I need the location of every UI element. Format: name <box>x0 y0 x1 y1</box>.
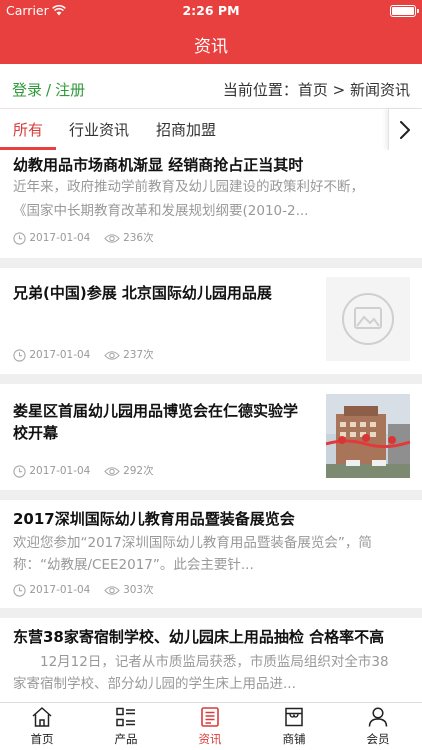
tabbar-store[interactable]: 商铺 <box>252 703 336 750</box>
store-icon <box>285 707 303 727</box>
article-title: 娄星区首届幼儿园用品博览会在仁德实验学 <box>13 402 299 420</box>
clock-icon <box>13 464 26 478</box>
breadcrumb: 当前位置：首页 > 新闻资讯 <box>222 81 410 99</box>
article-title: 兄弟(中国)参展 北京国际幼儿园用品展 <box>13 284 272 302</box>
article-list: 幼教用品市场商机渐显 经销商抢占正当其时 近年来，政府推动学前教育及幼儿园建设的… <box>0 150 422 702</box>
article-card[interactable]: 娄星区首届幼儿园用品博览会在仁德实验学 校开幕 2017-01-04 292次 <box>0 384 422 490</box>
tabbar-member[interactable]: 会员 <box>336 703 420 750</box>
page-title: 资讯 <box>194 37 228 57</box>
eye-icon <box>103 466 120 476</box>
auth-divider: / <box>46 81 52 99</box>
news-icon <box>201 707 219 727</box>
chevron-right-icon <box>400 121 410 139</box>
clock-icon <box>13 583 26 597</box>
tabbar-products[interactable]: 产品 <box>84 703 168 750</box>
article-date: 2017-01-04 <box>29 584 91 596</box>
article-summary-line: 《国家中长期教育改革和发展规划纲要(2010-2... <box>13 203 309 219</box>
article-summary-line: 家寄宿制学校、部分幼儿园的学生床上用品进... <box>13 676 296 692</box>
article-summary-line: 近年来，政府推动学前教育及幼儿园建设的政策利好不断， <box>13 179 364 195</box>
tabbar-label: 资讯 <box>198 732 222 746</box>
tab-industry-news[interactable]: 行业资讯 <box>69 119 129 140</box>
auth-links: 登录 / 注册 <box>12 79 85 100</box>
app-screen: Carrier 2:26 PM 资讯 登录 / 注册 当前位置：首页 > 新闻资讯 … <box>0 0 422 750</box>
article-title-continued: 校开幕 <box>13 424 59 442</box>
login-breadcrumb-bar: 登录 / 注册 当前位置：首页 > 新闻资讯 <box>0 64 422 108</box>
article-meta: 2017-01-04 236次 <box>13 231 154 245</box>
bottom-tab-bar: 首页 产品 资讯 商铺 会员 <box>0 702 422 750</box>
tabbar-label: 会员 <box>366 732 390 746</box>
article-views: 292次 <box>123 465 154 477</box>
clock-icon <box>13 231 26 245</box>
category-tabs: 所有 行业资讯 招商加盟 <box>0 108 422 150</box>
article-views: 303次 <box>123 584 154 596</box>
article-title: 幼教用品市场商机渐显 经销商抢占正当其时 <box>13 156 304 174</box>
article-views: 236次 <box>123 232 154 244</box>
app-header: Carrier 2:26 PM 资讯 <box>0 0 422 64</box>
tabbar-home[interactable]: 首页 <box>0 703 84 750</box>
login-link[interactable]: 登录 <box>12 81 42 99</box>
eye-icon <box>103 350 120 360</box>
battery-icon <box>390 5 419 17</box>
status-bar: Carrier 2:26 PM <box>0 0 422 22</box>
tabbar-label: 产品 <box>114 732 138 746</box>
article-date: 2017-01-04 <box>29 232 91 244</box>
article-card[interactable]: 东营38家寄宿制学校、幼儿园床上用品抽检 合格率不高 12月12日，记者从市质监… <box>0 618 422 702</box>
article-summary-line: 称：“幼教展/CEE2017”。此会主要针... <box>13 557 254 573</box>
eye-icon <box>103 585 120 595</box>
article-title: 东营38家寄宿制学校、幼儿园床上用品抽检 合格率不高 <box>13 628 385 646</box>
article-date: 2017-01-04 <box>29 465 91 477</box>
tabbar-label: 首页 <box>30 732 54 746</box>
eye-icon <box>103 233 120 243</box>
tab-all[interactable]: 所有 <box>13 119 43 140</box>
article-card[interactable]: 兄弟(中国)参展 北京国际幼儿园用品展 2017-01-04 237次 <box>0 268 422 374</box>
member-icon <box>368 707 388 727</box>
register-link[interactable]: 注册 <box>55 81 85 99</box>
clock: 2:26 PM <box>182 3 240 18</box>
article-summary-line: 欢迎您参加“2017深圳国际幼儿教育用品暨装备展览会”，简 <box>13 535 372 551</box>
tabbar-label: 商铺 <box>282 732 306 746</box>
tab-franchise[interactable]: 招商加盟 <box>156 119 216 140</box>
product-list-icon <box>116 707 135 727</box>
article-card[interactable]: 2017深圳国际幼儿教育用品暨装备展览会 欢迎您参加“2017深圳国际幼儿教育用… <box>0 500 422 608</box>
tabs-more-button[interactable] <box>388 109 422 150</box>
article-views: 237次 <box>123 349 154 361</box>
article-title: 2017深圳国际幼儿教育用品暨装备展览会 <box>13 510 295 528</box>
clock-icon <box>13 348 26 362</box>
article-date: 2017-01-04 <box>29 349 91 361</box>
placeholder-image-icon <box>326 277 410 361</box>
article-meta: 2017-01-04 303次 <box>13 583 154 597</box>
article-card[interactable]: 幼教用品市场商机渐显 经销商抢占正当其时 近年来，政府推动学前教育及幼儿园建设的… <box>0 150 422 258</box>
article-thumbnail <box>326 394 410 478</box>
article-meta: 2017-01-04 237次 <box>13 348 154 362</box>
article-meta: 2017-01-04 292次 <box>13 464 154 478</box>
tabbar-news[interactable]: 资讯 <box>168 703 252 750</box>
article-summary-line: 12月12日，记者从市质监局获悉，市质监局组织对全市38 <box>13 654 389 670</box>
home-icon <box>32 707 52 727</box>
